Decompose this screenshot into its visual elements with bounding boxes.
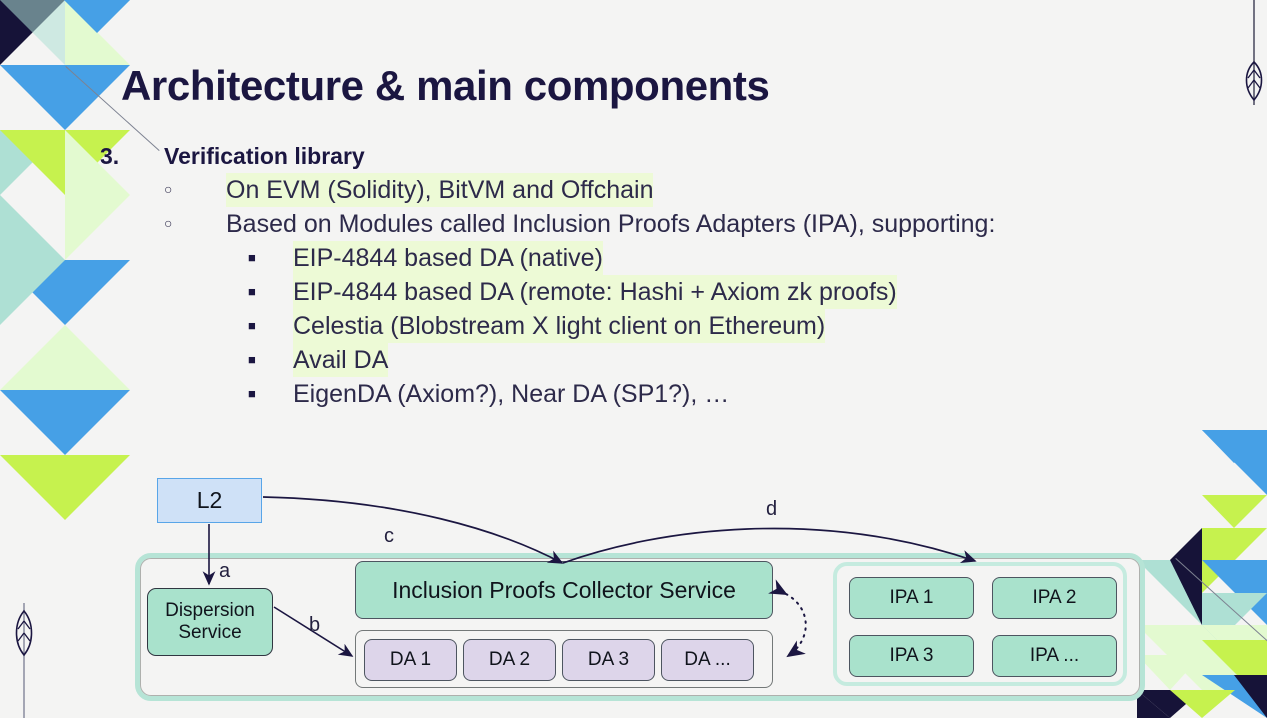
list-item-label: Based on Modules called Inclusion Proofs…	[226, 210, 996, 239]
list-item: ■ EigenDA (Axiom?), Near DA (SP1?), …	[248, 377, 1150, 411]
circle-bullet-icon: ○	[164, 215, 173, 232]
node-dispersion-service: Dispersion Service	[147, 588, 273, 656]
dispersion-line-1: Dispersion	[165, 599, 255, 621]
slide-canvas: Architecture & main components 3. Verifi…	[0, 0, 1267, 718]
section-number: 3.	[100, 143, 120, 169]
node-l2: L2	[157, 478, 262, 523]
list-item-label: EIP-4844 based DA (remote: Hashi + Axiom…	[293, 275, 897, 310]
edge-label-d: d	[766, 498, 778, 520]
list-item: ■ Celestia (Blobstream X light client on…	[248, 309, 1150, 344]
node-ipa-3: IPA 3	[849, 635, 974, 677]
list-item: ■ Avail DA	[248, 343, 1150, 378]
node-da-3: DA 3	[562, 639, 655, 681]
node-ipa-1: IPA 1	[849, 577, 974, 619]
square-bullet-icon: ■	[248, 284, 256, 300]
square-bullet-icon: ■	[248, 318, 256, 334]
content-list: 3. Verification library ○ On EVM (Solidi…	[100, 140, 1150, 411]
list-item: ○ On EVM (Solidity), BitVM and Offchain	[164, 173, 1150, 208]
list-item-label: EIP-4844 based DA (native)	[293, 241, 603, 276]
list-item-label: On EVM (Solidity), BitVM and Offchain	[226, 173, 654, 208]
node-da-1: DA 1	[364, 639, 457, 681]
square-bullet-icon: ■	[248, 386, 256, 402]
node-inclusion-proofs-collector-service: Inclusion Proofs Collector Service	[355, 561, 773, 619]
edge-label-a: a	[219, 560, 231, 582]
list-item: ○ Based on Modules called Inclusion Proo…	[164, 207, 1150, 241]
list-item-label: EigenDA (Axiom?), Near DA (SP1?), …	[293, 380, 730, 409]
list-item: ■ EIP-4844 based DA (remote: Hashi + Axi…	[248, 275, 1150, 310]
square-bullet-icon: ■	[248, 352, 256, 368]
node-ipa-more: IPA ...	[992, 635, 1117, 677]
list-item-label: Avail DA	[293, 343, 389, 378]
node-da-2: DA 2	[463, 639, 556, 681]
ipa-group: IPA 1 IPA 2 IPA 3 IPA ...	[833, 562, 1127, 686]
dispersion-line-2: Service	[178, 622, 242, 643]
page-title: Architecture & main components	[121, 62, 770, 109]
list-item-section: 3. Verification library	[100, 140, 1150, 173]
node-da-more: DA ...	[661, 639, 754, 681]
edge-label-b: b	[309, 614, 321, 636]
section-title: Verification library	[164, 143, 365, 169]
da-adapters-group: DA 1 DA 2 DA 3 DA ...	[355, 630, 773, 688]
node-ipa-2: IPA 2	[992, 577, 1117, 619]
list-item-label: Celestia (Blobstream X light client on E…	[293, 309, 826, 344]
list-item: ■ EIP-4844 based DA (native)	[248, 241, 1150, 276]
square-bullet-icon: ■	[248, 250, 256, 266]
leaf-icon-top-right	[1245, 0, 1263, 105]
edge-label-c: c	[384, 525, 394, 547]
circle-bullet-icon: ○	[164, 181, 173, 198]
